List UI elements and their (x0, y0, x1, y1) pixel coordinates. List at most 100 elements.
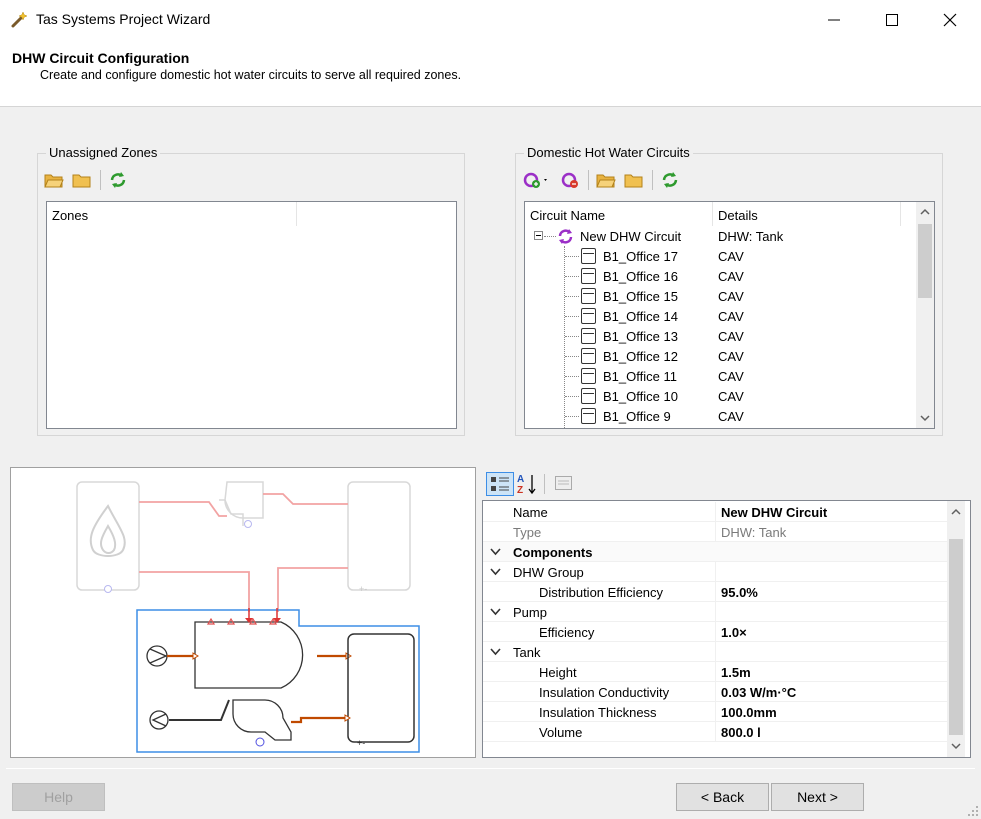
tree-row-zone[interactable]: B1_Office 10 CAV (525, 386, 915, 406)
close-button[interactable] (921, 0, 979, 39)
help-button[interactable]: Help (12, 783, 105, 811)
scrollbar-thumb[interactable] (949, 539, 963, 735)
scroll-down-icon[interactable] (920, 414, 930, 422)
toolbar-separator (544, 474, 545, 494)
zone-name: B1_Office 13 (603, 329, 678, 344)
mixing-valve[interactable] (232, 699, 351, 747)
unassigned-zones-list[interactable]: Zones (46, 201, 457, 429)
property-row[interactable]: Components (483, 542, 947, 562)
property-scrollbar[interactable] (947, 501, 965, 757)
next-button[interactable]: Next > (771, 783, 864, 811)
zone-icon (581, 288, 596, 304)
zone-icon (581, 248, 596, 264)
svg-text:A: A (517, 474, 524, 485)
circuit-icon (558, 229, 573, 244)
scroll-up-icon[interactable] (920, 208, 930, 216)
categorized-view-icon[interactable] (486, 472, 514, 496)
dhw-circuits-legend: Domestic Hot Water Circuits (524, 145, 693, 160)
property-pages-icon[interactable] (554, 474, 574, 492)
property-row[interactable]: Volume 800.0 l (483, 722, 947, 742)
remove-circuit-icon[interactable] (560, 171, 580, 189)
tree-row-zone[interactable]: B1_Office 11 CAV (525, 366, 915, 386)
tree-row-circuit[interactable]: New DHW Circuit DHW: Tank (525, 226, 915, 246)
page-subtitle: Create and configure domestic hot water … (40, 68, 462, 82)
folder-icon[interactable] (72, 171, 92, 189)
chevron-down-icon[interactable] (490, 648, 501, 656)
circuits-scrollbar[interactable] (916, 202, 934, 428)
selection-outline (136, 609, 420, 753)
property-value[interactable]: 100.0mm (721, 705, 777, 720)
store-faded-label: +- (359, 584, 367, 594)
dhw-tank[interactable]: +- (347, 633, 415, 748)
property-value[interactable]: 800.0 l (721, 725, 761, 740)
folder-icon[interactable] (624, 171, 644, 189)
details-column-header[interactable]: Details (713, 202, 901, 226)
zone-details: CAV (718, 309, 744, 324)
resize-grip-icon[interactable] (967, 805, 979, 817)
tree-row-zone[interactable]: B1_Office 9 CAV (525, 406, 915, 426)
scrollbar-thumb[interactable] (918, 224, 932, 298)
dhw-header-component[interactable] (194, 608, 304, 689)
flame-icon (89, 504, 126, 557)
property-row[interactable]: Name New DHW Circuit (483, 502, 947, 522)
chevron-down-icon[interactable] (490, 548, 501, 556)
toolbar-separator (588, 170, 589, 190)
wand-icon (11, 11, 28, 28)
property-row[interactable]: DHW Group (483, 562, 947, 582)
property-grid[interactable]: Name New DHW Circuit Type DHW: Tank Componen… (482, 500, 971, 758)
heat-exchanger (219, 481, 264, 528)
scroll-down-icon[interactable] (951, 742, 961, 750)
property-row[interactable]: Tank (483, 642, 947, 662)
maximize-button[interactable] (863, 0, 921, 39)
property-row[interactable]: Efficiency 1.0× (483, 622, 947, 642)
property-value[interactable]: New DHW Circuit (721, 505, 827, 520)
property-value[interactable]: 0.03 W/m·°C (721, 685, 796, 700)
tree-row-zone[interactable]: B1_Office 16 CAV (525, 266, 915, 286)
chevron-down-icon[interactable] (490, 568, 501, 576)
dhw-circuits-group: Domestic Hot Water Circuits Circuit Name… (515, 145, 943, 436)
dhw-circuits-tree[interactable]: Circuit Name Details New DHW Circuit DHW… (524, 201, 935, 429)
toolbar-separator (652, 170, 653, 190)
property-label: Name (513, 505, 548, 520)
circuit-diagram[interactable]: +- +- (10, 467, 476, 758)
property-row[interactable]: Distribution Efficiency 95.0% (483, 582, 947, 602)
property-toolbar: A Z (482, 469, 582, 499)
tank-label: +- (357, 738, 365, 748)
zones-column-header[interactable]: Zones (47, 202, 297, 226)
zone-name: B1_Office 12 (603, 349, 678, 364)
tree-row-zone[interactable]: B1_Office 15 CAV (525, 286, 915, 306)
property-row[interactable]: Type DHW: Tank (483, 522, 947, 542)
scroll-up-icon[interactable] (951, 508, 961, 516)
folder-open-icon[interactable] (44, 171, 64, 189)
tree-row-zone[interactable]: B1_Office 13 CAV (525, 326, 915, 346)
collapse-icon[interactable] (534, 231, 543, 240)
property-row[interactable]: Insulation Conductivity 0.03 W/m·°C (483, 682, 947, 702)
zone-details: CAV (718, 329, 744, 344)
add-circuit-icon[interactable] (522, 171, 550, 189)
circuit-name-column-header[interactable]: Circuit Name (525, 202, 713, 226)
refresh-icon[interactable] (108, 171, 128, 189)
sort-alphabetical-icon[interactable]: A Z (516, 472, 538, 496)
unassigned-zones-group: Unassigned Zones Zones (37, 145, 465, 436)
property-row[interactable]: Height 1.5m (483, 662, 947, 682)
tree-row-zone[interactable]: B1_Office 17 CAV (525, 246, 915, 266)
property-value[interactable]: 1.0× (721, 625, 747, 640)
tree-row-zone[interactable]: B1_Office 14 CAV (525, 306, 915, 326)
return-pump[interactable] (149, 699, 230, 730)
chevron-down-icon[interactable] (490, 608, 501, 616)
zone-details: CAV (718, 409, 744, 424)
property-value[interactable]: 95.0% (721, 585, 758, 600)
property-value[interactable]: 1.5m (721, 665, 751, 680)
zone-details: CAV (718, 289, 744, 304)
pump[interactable] (146, 645, 199, 667)
property-row[interactable]: Pump (483, 602, 947, 622)
minimize-button[interactable] (805, 0, 863, 39)
window-title: Tas Systems Project Wizard (36, 11, 211, 27)
folder-open-icon[interactable] (596, 171, 616, 189)
back-button[interactable]: < Back (676, 783, 769, 811)
boiler (76, 481, 140, 593)
zone-icon (581, 348, 596, 364)
property-row[interactable]: Insulation Thickness 100.0mm (483, 702, 947, 722)
refresh-icon[interactable] (660, 171, 680, 189)
tree-row-zone[interactable]: B1_Office 12 CAV (525, 346, 915, 366)
